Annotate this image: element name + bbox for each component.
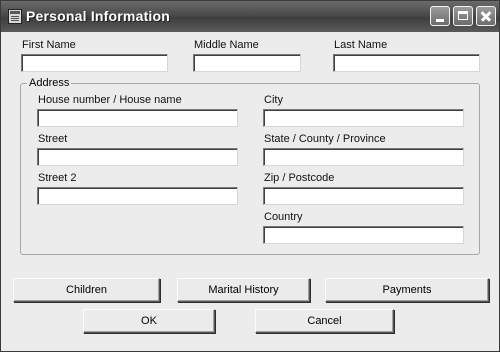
zip-label: Zip / Postcode: [264, 172, 335, 184]
close-icon: [477, 7, 495, 25]
payments-button[interactable]: Payments: [325, 278, 489, 302]
first-name-field[interactable]: [21, 54, 168, 72]
house-number-field[interactable]: [37, 109, 238, 127]
maximize-icon: [458, 11, 468, 20]
first-name-label: First Name: [22, 39, 76, 51]
city-field[interactable]: [263, 109, 464, 127]
street2-label: Street 2: [38, 172, 77, 184]
children-button[interactable]: Children: [13, 278, 160, 302]
middle-name-field[interactable]: [193, 54, 301, 72]
form-window-icon: [8, 9, 22, 24]
middle-name-label: Middle Name: [194, 39, 259, 51]
house-number-label: House number / House name: [38, 94, 182, 106]
window-title: Personal Information: [26, 8, 171, 24]
city-label: City: [264, 94, 283, 106]
last-name-field[interactable]: [333, 54, 480, 72]
cancel-button[interactable]: Cancel: [255, 309, 394, 333]
street-field[interactable]: [37, 148, 238, 166]
address-group-legend: Address: [27, 77, 72, 89]
street-label: Street: [38, 133, 68, 145]
last-name-label: Last Name: [334, 39, 388, 51]
minimize-button[interactable]: [430, 6, 450, 26]
maximize-button[interactable]: [453, 6, 473, 26]
state-field[interactable]: [263, 148, 464, 166]
state-label: State / County / Province: [264, 133, 386, 145]
title-bar[interactable]: Personal Information: [1, 1, 499, 32]
zip-field[interactable]: [263, 187, 464, 205]
personal-information-window: Personal Information First Name Middle N…: [0, 0, 500, 352]
street2-field[interactable]: [37, 187, 238, 205]
country-label: Country: [264, 211, 303, 223]
ok-button[interactable]: OK: [83, 309, 215, 333]
minimize-icon: [436, 19, 444, 22]
close-button[interactable]: [476, 6, 496, 26]
marital-history-button[interactable]: Marital History: [177, 278, 310, 302]
country-field[interactable]: [263, 226, 464, 244]
